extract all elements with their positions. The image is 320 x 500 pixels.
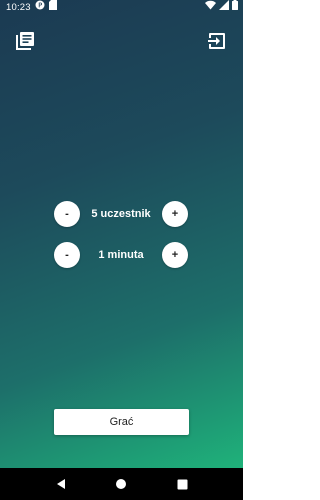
players-decrease-button[interactable]: -	[54, 201, 80, 227]
signal-icon	[219, 0, 229, 16]
players-increase-button[interactable]: +	[162, 201, 188, 227]
players-stepper: - 5 uczestnik +	[54, 201, 190, 227]
back-icon[interactable]	[53, 476, 69, 492]
recents-icon[interactable]	[174, 476, 190, 492]
time-decrease-button[interactable]: -	[54, 242, 80, 268]
exit-to-app-icon[interactable]	[206, 30, 228, 52]
time-increase-button[interactable]: +	[162, 242, 188, 268]
library-books-icon[interactable]	[14, 30, 36, 52]
sd-card-icon	[49, 0, 57, 16]
app-screen: 10:23 - 5 uczestnik + - 1 minuta + Grać	[0, 0, 243, 500]
time-stepper: - 1 minuta +	[54, 242, 190, 268]
status-bar: 10:23	[0, 0, 243, 16]
home-icon[interactable]	[113, 476, 129, 492]
status-time: 10:23	[6, 2, 31, 13]
gradient-background	[0, 0, 243, 468]
status-right-icons	[205, 0, 238, 16]
play-button[interactable]: Grać	[54, 409, 189, 435]
parking-notification-icon	[35, 0, 45, 16]
time-value-label: 1 minuta	[98, 249, 144, 261]
battery-icon	[232, 0, 238, 16]
wifi-icon	[205, 0, 216, 16]
status-left-icons	[35, 0, 57, 16]
players-count-label: 5 uczestnik	[91, 208, 151, 220]
navigation-bar	[0, 468, 243, 500]
